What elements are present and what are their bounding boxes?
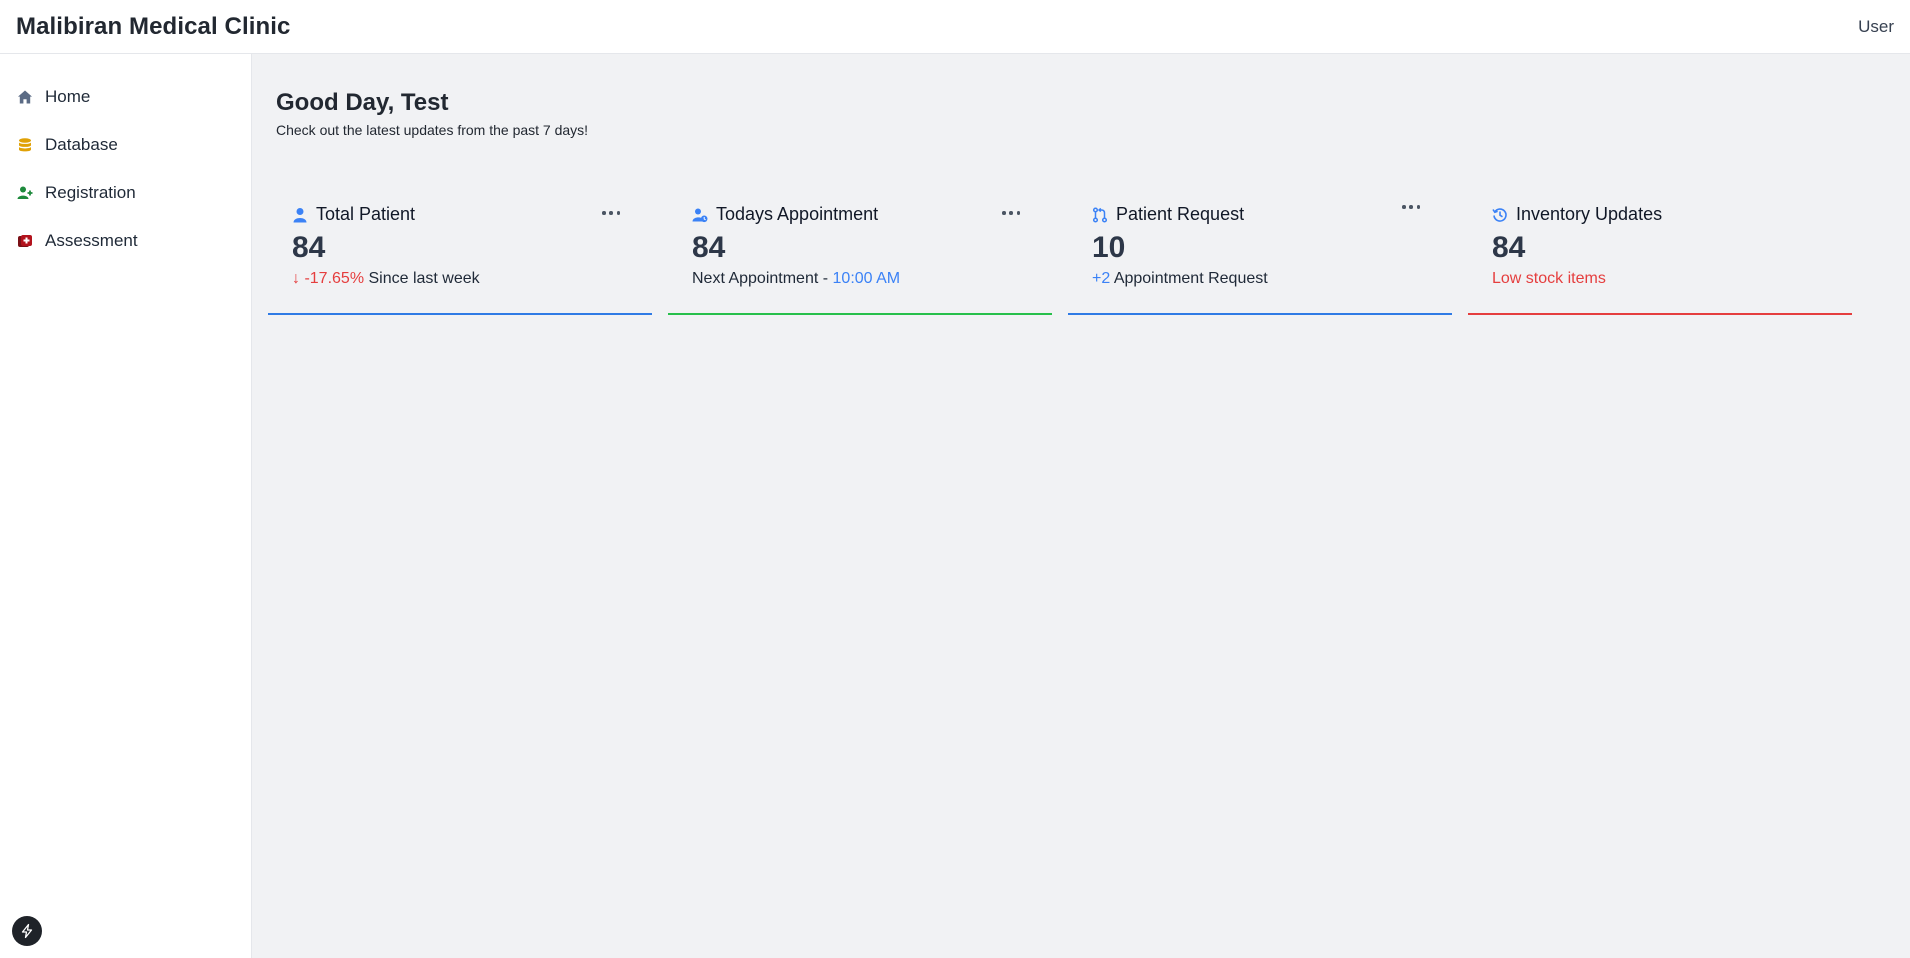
sidebar-item-home[interactable]: Home <box>0 73 251 121</box>
app-title: Malibiran Medical Clinic <box>16 12 291 40</box>
card-value: 84 <box>1492 231 1526 264</box>
card-subtext: Next Appointment - 10:00 AM <box>692 270 1028 288</box>
card-title: Todays Appointment <box>716 204 879 224</box>
user-clock-icon <box>692 207 708 223</box>
top-bar: Malibiran Medical Clinic User <box>0 0 1910 54</box>
sidebar-item-label: Registration <box>45 183 136 202</box>
next-appointment-time: 10:00 AM <box>832 270 901 287</box>
medical-kit-icon <box>16 232 34 250</box>
sidebar: Home Database Registration Assessment <box>0 54 252 958</box>
sidebar-item-registration[interactable]: Registration <box>0 169 251 217</box>
sidebar-item-database[interactable]: Database <box>0 121 251 169</box>
greeting-subtitle: Check out the latest updates from the pa… <box>276 122 589 138</box>
sidebar-item-label: Assessment <box>45 231 138 250</box>
more-options-button[interactable] <box>602 206 620 220</box>
sidebar-item-label: Home <box>45 87 91 106</box>
low-stock-alert: Low stock items <box>1492 270 1606 287</box>
greeting-title: Good Day, Test <box>276 89 449 116</box>
main-content: Good Day, Test Check out the latest upda… <box>252 54 1910 958</box>
stat-card-inventory-updates: Inventory Updates 84 Low stock items <box>1468 194 1852 315</box>
git-pull-request-icon <box>1092 206 1108 223</box>
user-menu[interactable]: User <box>1858 17 1894 37</box>
sidebar-item-assessment[interactable]: Assessment <box>0 217 251 265</box>
more-options-button[interactable] <box>1402 200 1420 214</box>
stat-card-patient-request: Patient Request 10 +2 Appointment Reques… <box>1068 194 1452 315</box>
more-options-button[interactable] <box>1002 206 1020 220</box>
request-delta: +2 <box>1092 270 1111 287</box>
card-value: 10 <box>1092 231 1126 264</box>
user-plus-icon <box>16 184 34 202</box>
database-icon <box>16 136 34 154</box>
change-percent: ↓ -17.65% <box>292 270 365 287</box>
card-title: Inventory Updates <box>1516 204 1663 224</box>
history-icon <box>1492 207 1508 223</box>
stat-cards: Total Patient 84 ↓ -17.65% Since last we… <box>268 194 1852 315</box>
card-subtext: +2 Appointment Request <box>1092 270 1428 288</box>
bolt-button[interactable] <box>12 916 42 946</box>
card-title: Total Patient <box>316 204 416 224</box>
home-icon <box>16 88 34 106</box>
card-subtext: Low stock items <box>1492 270 1828 288</box>
next-appointment-label: Next Appointment - <box>692 270 833 287</box>
card-value: 84 <box>692 231 726 264</box>
greeting: Good Day, Test Check out the latest upda… <box>276 89 588 138</box>
sidebar-item-label: Database <box>45 135 118 154</box>
stat-card-total-patient: Total Patient 84 ↓ -17.65% Since last we… <box>268 194 652 315</box>
stat-card-todays-appointment: Todays Appointment 84 Next Appointment -… <box>668 194 1052 315</box>
card-title: Patient Request <box>1116 204 1245 224</box>
card-value: 84 <box>292 231 326 264</box>
card-subtext: ↓ -17.65% Since last week <box>292 270 628 288</box>
request-label: Appointment Request <box>1110 270 1268 287</box>
change-suffix: Since last week <box>364 270 480 287</box>
sidebar-nav: Home Database Registration Assessment <box>0 54 251 265</box>
bolt-icon <box>21 923 33 939</box>
user-icon <box>292 207 308 223</box>
